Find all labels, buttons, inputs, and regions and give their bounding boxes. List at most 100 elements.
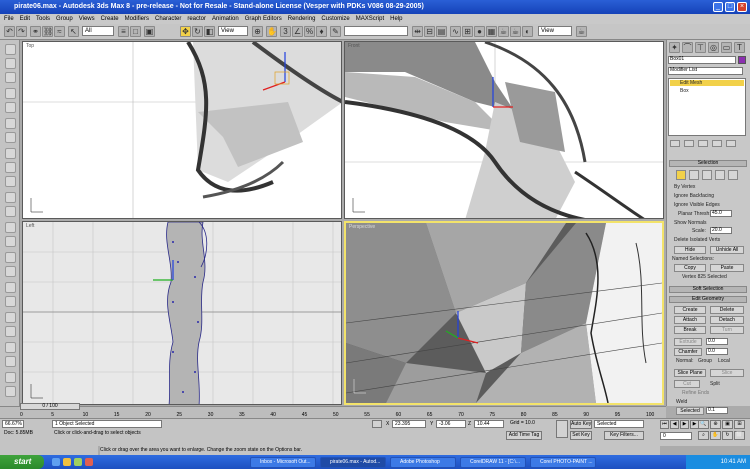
- create-box-icon[interactable]: [5, 44, 16, 55]
- menu-rendering[interactable]: Rendering: [288, 16, 316, 22]
- render-last-icon[interactable]: ☕: [576, 26, 587, 37]
- menu-character[interactable]: Character: [155, 16, 181, 22]
- render-scene-icon[interactable]: ☕: [498, 26, 509, 37]
- create-cone-icon[interactable]: [5, 118, 16, 129]
- set-key-button[interactable]: Set Key: [570, 431, 592, 440]
- ie-icon[interactable]: [52, 458, 60, 466]
- selection-filter-dropdown[interactable]: All: [82, 26, 114, 36]
- time-slider-thumb[interactable]: 0 / 100: [20, 403, 80, 410]
- named-selection-dropdown[interactable]: [344, 26, 408, 36]
- scale-spinner[interactable]: 20.0: [710, 227, 732, 234]
- normal-local-radio[interactable]: Local: [718, 358, 730, 364]
- create-cylinder-icon[interactable]: [5, 72, 16, 83]
- polygon-icon[interactable]: [715, 170, 725, 180]
- create-sphere-icon[interactable]: [5, 58, 16, 69]
- task-3dsmax[interactable]: pirate06.max - Autod...: [320, 457, 386, 468]
- menu-tools[interactable]: Tools: [36, 16, 50, 22]
- modifier-uvw-icon[interactable]: [5, 372, 16, 383]
- task-outlook[interactable]: Inbox - Microsoft Out...: [250, 457, 316, 468]
- task-photoshop[interactable]: Adobe Photoshop: [390, 457, 456, 468]
- turn-button[interactable]: Turn: [710, 326, 744, 334]
- menu-group[interactable]: Group: [56, 16, 73, 22]
- selection-rollout-header[interactable]: Selection: [669, 160, 747, 167]
- modifier-taper-icon[interactable]: [5, 296, 16, 307]
- maximize-button[interactable]: □: [725, 2, 735, 12]
- arc-rotate-icon[interactable]: ↻: [722, 430, 733, 440]
- quick-render-icon[interactable]: ☕: [510, 26, 521, 37]
- chamfer-spinner[interactable]: 0.0: [706, 348, 728, 355]
- planar-thresh-spinner[interactable]: 45.0: [710, 210, 732, 217]
- select-manipulate-icon[interactable]: ✋: [266, 26, 277, 37]
- curve-editor-icon[interactable]: ∿: [450, 26, 461, 37]
- create-plane-icon[interactable]: [5, 176, 16, 187]
- extrude-button[interactable]: Extrude: [674, 338, 702, 346]
- percent-snap-icon[interactable]: %: [304, 26, 315, 37]
- viewport-perspective[interactable]: Perspective: [344, 221, 664, 405]
- viewport-label-front[interactable]: Front: [348, 43, 360, 49]
- reactor-icon[interactable]: [5, 386, 16, 397]
- desktop-icon[interactable]: [74, 458, 82, 466]
- add-time-tag-button[interactable]: Add Time Tag: [506, 431, 542, 440]
- extrude-spinner[interactable]: 0.0: [706, 338, 728, 345]
- task-coreldraw[interactable]: CorelDRAW 11 - [C:\...: [460, 457, 526, 468]
- auto-key-button[interactable]: Auto Key: [570, 420, 592, 429]
- create-button[interactable]: Create: [674, 306, 706, 314]
- menu-views[interactable]: Views: [79, 16, 95, 22]
- viewport-label-left[interactable]: Left: [26, 223, 34, 229]
- selection-region-icon[interactable]: □: [130, 26, 141, 37]
- media-icon[interactable]: [85, 458, 93, 466]
- spinner-snap-icon[interactable]: ♦: [316, 26, 327, 37]
- slice-button[interactable]: Slice: [710, 369, 744, 377]
- layer-manager-icon[interactable]: ▤: [436, 26, 447, 37]
- configure-sets-icon[interactable]: [726, 140, 736, 147]
- create-geosphere-icon[interactable]: [5, 132, 16, 143]
- listener-zoom-field[interactable]: 66.67%: [2, 420, 24, 428]
- previous-frame-icon[interactable]: ◀: [670, 420, 679, 429]
- folder-icon[interactable]: [63, 458, 71, 466]
- active-shade-icon[interactable]: ◐: [522, 26, 533, 37]
- viewport-top[interactable]: Top: [22, 41, 342, 219]
- pin-stack-icon[interactable]: [670, 140, 680, 147]
- bind-space-warp-icon[interactable]: ≈: [54, 26, 65, 37]
- edge-icon[interactable]: [689, 170, 699, 180]
- create-teapot-icon[interactable]: [5, 102, 16, 113]
- select-move-icon[interactable]: ✥: [180, 26, 191, 37]
- by-vertex-checkbox[interactable]: By Vertex: [674, 184, 695, 190]
- modify-tab-icon[interactable]: ⌒: [682, 42, 693, 53]
- create-spacewarp-icon[interactable]: [5, 266, 16, 277]
- play-icon[interactable]: ▶: [680, 420, 689, 429]
- object-name-field[interactable]: Box01: [668, 56, 736, 64]
- menu-graph-editors[interactable]: Graph Editors: [245, 16, 282, 22]
- task-photopaint[interactable]: Corel PHOTO-PAINT ...: [530, 457, 596, 468]
- delete-button[interactable]: Delete: [710, 306, 744, 314]
- create-camera-icon[interactable]: [5, 236, 16, 247]
- object-color-swatch[interactable]: [738, 56, 746, 64]
- create-torus-icon[interactable]: [5, 88, 16, 99]
- zoom-extents-icon[interactable]: ▣: [722, 420, 733, 429]
- face-icon[interactable]: [702, 170, 712, 180]
- menu-help[interactable]: Help: [390, 16, 402, 22]
- create-helper-icon[interactable]: [5, 252, 16, 263]
- create-tab-icon[interactable]: ✦: [669, 42, 680, 53]
- modifier-meshsmooth-icon[interactable]: [5, 356, 16, 367]
- view-dropdown[interactable]: View: [538, 26, 572, 36]
- element-icon[interactable]: [728, 170, 738, 180]
- start-button[interactable]: start: [0, 455, 44, 469]
- motion-tab-icon[interactable]: ◎: [708, 42, 719, 53]
- zoom-icon[interactable]: 🔍: [698, 420, 709, 429]
- snaps-toggle-icon[interactable]: 3: [280, 26, 291, 37]
- create-line-icon[interactable]: [5, 192, 16, 203]
- detach-button[interactable]: Detach: [710, 316, 744, 324]
- weld-selected-button[interactable]: Selected: [676, 407, 704, 415]
- align-icon[interactable]: ⊟: [424, 26, 435, 37]
- zoom-all-icon[interactable]: ⊕: [710, 420, 721, 429]
- create-circle-icon[interactable]: [5, 206, 16, 217]
- x-coordinate-field[interactable]: 23.395: [392, 420, 426, 428]
- region-zoom-icon[interactable]: ⌕: [698, 430, 709, 440]
- select-scale-icon[interactable]: ◧: [204, 26, 215, 37]
- copy-button[interactable]: Copy: [674, 264, 706, 272]
- menu-create[interactable]: Create: [101, 16, 119, 22]
- viewport-left[interactable]: Left: [22, 221, 342, 405]
- viewport-front[interactable]: Front: [344, 41, 664, 219]
- pivot-center-icon[interactable]: ⊕: [252, 26, 263, 37]
